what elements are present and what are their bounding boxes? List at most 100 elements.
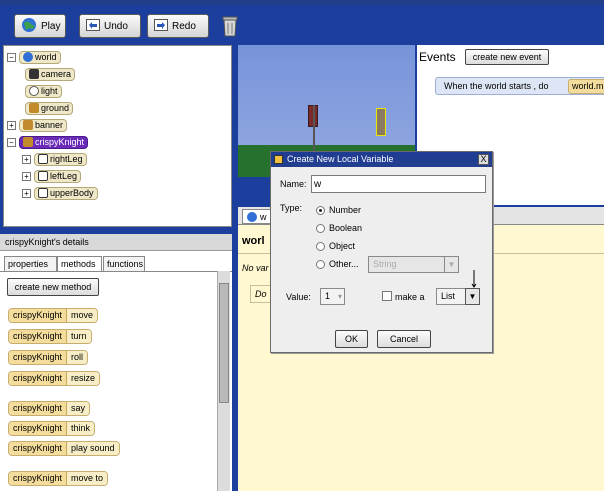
scroll-thumb[interactable]	[219, 283, 229, 403]
knight-object	[376, 108, 386, 136]
toolbar: Play Undo Redo	[0, 0, 604, 45]
make-a-label: make a	[395, 292, 425, 302]
undo-icon	[86, 18, 100, 34]
editor-header: worl	[242, 235, 265, 247]
trash-icon[interactable]	[222, 15, 238, 37]
expand-toggle[interactable]: +	[22, 188, 31, 198]
tree-item-label: light	[41, 86, 58, 96]
redo-label: Redo	[172, 20, 196, 32]
method-turn[interactable]: crispyKnight turn	[8, 329, 92, 344]
tree-item-crispyknight[interactable]: − crispyKnight	[7, 135, 89, 149]
play-label: Play	[41, 20, 61, 32]
event-target[interactable]: world.m	[568, 79, 604, 94]
world-icon	[23, 52, 33, 62]
tree-item-label: crispyKnight	[35, 137, 85, 147]
tree-item-ground[interactable]: ground	[25, 101, 74, 115]
value-label: Value:	[286, 292, 311, 302]
method-move[interactable]: crispyKnight move	[8, 308, 99, 323]
play-button[interactable]: Play	[14, 14, 66, 38]
tree-item-label: ground	[41, 103, 70, 113]
radio-other[interactable]: Other...	[316, 259, 359, 269]
expand-toggle[interactable]: +	[22, 154, 31, 164]
ok-button[interactable]: OK	[335, 330, 368, 348]
no-variables-text: No var	[242, 263, 269, 273]
part-icon	[38, 171, 48, 181]
method-move-to[interactable]: crispyKnight move to	[8, 471, 109, 486]
method-resize[interactable]: crispyKnight resize	[8, 371, 101, 386]
tree-item-label: upperBody	[50, 188, 94, 198]
app-icon	[274, 155, 283, 164]
create-new-method-button[interactable]: create new method	[7, 278, 99, 296]
tree-item-light[interactable]: light	[25, 84, 62, 98]
cursor-icon	[471, 270, 477, 288]
radio-boolean[interactable]: Boolean	[316, 223, 362, 233]
globe-icon	[21, 17, 37, 36]
chevron-down-icon[interactable]: ▼	[465, 288, 480, 305]
part-icon	[38, 188, 48, 198]
tab-properties[interactable]: properties	[4, 256, 57, 271]
type-label: Type:	[280, 203, 303, 213]
part-icon	[38, 154, 48, 164]
method-play-sound[interactable]: crispyKnight play sound	[8, 441, 120, 456]
list-type-dropdown[interactable]: List	[436, 288, 466, 305]
details-title: crispyKnight's details	[0, 234, 232, 251]
tab-functions[interactable]: functions	[103, 256, 145, 271]
object-tree: − world camera light ground + banner − c…	[3, 45, 232, 227]
details-panel: crispyKnight's details properties method…	[0, 232, 232, 491]
tree-item-rightleg[interactable]: + rightLeg	[22, 152, 87, 166]
editor-tab-label: w	[260, 211, 267, 222]
camera-icon	[29, 69, 39, 79]
radio-icon	[316, 241, 325, 251]
world-icon	[247, 211, 257, 222]
dialog-title: Create New Local Variable	[287, 154, 394, 164]
event-text: When the world starts , do	[444, 81, 549, 91]
value-field[interactable]: 1 ▾	[320, 288, 345, 305]
lightbulb-icon	[29, 86, 39, 96]
undo-label: Undo	[104, 20, 128, 32]
other-type-dropdown: String ▼	[368, 256, 459, 273]
close-button[interactable]: X	[478, 154, 489, 165]
object-icon	[23, 120, 33, 130]
collapse-toggle[interactable]: −	[7, 52, 16, 62]
tree-item-label: banner	[35, 120, 64, 130]
events-title: Events	[419, 50, 456, 64]
cancel-button[interactable]: Cancel	[377, 330, 431, 348]
method-think[interactable]: crispyKnight think	[8, 421, 96, 436]
radio-selected-icon	[316, 205, 325, 215]
make-list-checkbox[interactable]	[382, 291, 392, 301]
event-block[interactable]: When the world starts , do world.m	[435, 77, 604, 95]
tree-item-label: leftLeg	[50, 171, 78, 181]
expand-toggle[interactable]: +	[7, 120, 16, 130]
method-roll[interactable]: crispyKnight roll	[8, 350, 89, 365]
tab-methods[interactable]: methods	[57, 256, 102, 271]
banner-pole	[313, 105, 315, 155]
tree-item-leftleg[interactable]: + leftLeg	[22, 169, 82, 183]
tab-editor[interactable]: w	[242, 209, 272, 224]
tree-item-world[interactable]: − world	[7, 50, 61, 64]
chevron-down-icon: ▾	[337, 292, 342, 301]
radio-icon	[316, 223, 325, 233]
tree-item-label: rightLeg	[50, 154, 83, 164]
redo-button[interactable]: Redo	[147, 14, 209, 38]
object-icon	[29, 103, 39, 113]
name-field[interactable]	[311, 175, 486, 193]
create-new-event-button[interactable]: create new event	[465, 49, 549, 65]
object-icon	[23, 137, 33, 147]
radio-object[interactable]: Object	[316, 241, 355, 251]
tree-item-upperbody[interactable]: + upperBody	[22, 186, 98, 200]
chevron-down-icon: ▼	[444, 257, 458, 272]
radio-icon	[316, 259, 325, 269]
tree-item-banner[interactable]: + banner	[7, 118, 68, 132]
collapse-toggle[interactable]: −	[7, 137, 16, 147]
tree-item-camera[interactable]: camera	[25, 67, 76, 81]
redo-icon	[154, 18, 168, 34]
create-variable-dialog: Create New Local Variable X Name: Type: …	[270, 151, 493, 353]
tree-item-label: camera	[41, 69, 72, 79]
name-label: Name:	[280, 179, 307, 189]
undo-button[interactable]: Undo	[79, 14, 141, 38]
details-scrollbar[interactable]	[217, 271, 230, 491]
radio-number[interactable]: Number	[316, 205, 361, 215]
method-say[interactable]: crispyKnight say	[8, 401, 91, 416]
tree-item-label: world	[35, 52, 57, 62]
expand-toggle[interactable]: +	[22, 171, 31, 181]
